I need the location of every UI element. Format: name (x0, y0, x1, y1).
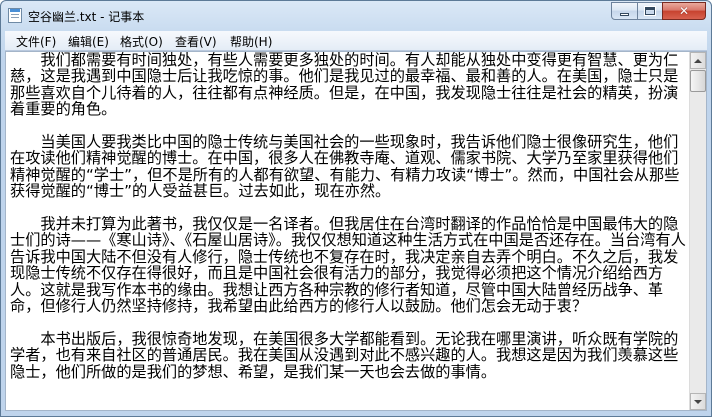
menu-format[interactable]: 格式(O) (120, 33, 163, 50)
minimize-button[interactable] (611, 2, 638, 20)
paragraph: 本书出版后，我很惊奇地发现，在美国很多大学都能看到。无论我在哪里演讲，听众既有学… (10, 329, 679, 381)
maximize-button[interactable] (637, 2, 663, 20)
menu-file[interactable]: 文件(F) (16, 33, 56, 50)
title-bar[interactable]: 空谷幽兰.txt - 记事本 ✕ (1, 1, 711, 31)
menu-help[interactable]: 帮助(H) (230, 33, 272, 50)
menu-bar: 文件(F) 编辑(E) 格式(O) 查看(V) 帮助(H) (5, 31, 707, 51)
maximize-icon (644, 6, 656, 16)
scroll-down-button[interactable] (690, 393, 706, 410)
close-icon: ✕ (678, 4, 690, 18)
scroll-thumb[interactable] (690, 70, 706, 92)
notepad-icon[interactable] (8, 8, 22, 23)
vertical-scrollbar[interactable] (689, 52, 706, 410)
document-text[interactable]: 我们都需要有时间独处，有些人需要更多独处的时间。有人却能从独处中变得更有智慧、更… (10, 52, 686, 410)
paragraph: 当美国人要我类比中国的隐士传统与美国社会的一些现象时，我告诉他们隐士很像研究生，… (10, 133, 680, 201)
paragraph: 我并未打算为此著书，我仅仅是一名译者。但我居住在台湾时翻译的作品恰恰是中国最伟大… (10, 215, 686, 316)
arrow-down-icon (694, 399, 702, 404)
notepad-window: 空谷幽兰.txt - 记事本 ✕ 文件(F) 编辑(E) 格式(O) 查看(V)… (0, 0, 712, 417)
close-button[interactable]: ✕ (662, 2, 706, 20)
text-editor[interactable]: 我们都需要有时间独处，有些人需要更多独处的时间。有人却能从独处中变得更有智慧、更… (5, 51, 707, 411)
menu-view[interactable]: 查看(V) (175, 33, 217, 50)
window-title: 空谷幽兰.txt - 记事本 (28, 10, 145, 24)
menu-edit[interactable]: 编辑(E) (68, 33, 109, 50)
minimize-icon (620, 12, 629, 16)
paragraph: 我们都需要有时间独处，有些人需要更多独处的时间。有人却能从独处中变得更有智慧、更… (10, 52, 679, 119)
scroll-up-button[interactable] (690, 52, 706, 69)
arrow-up-icon (694, 58, 702, 63)
